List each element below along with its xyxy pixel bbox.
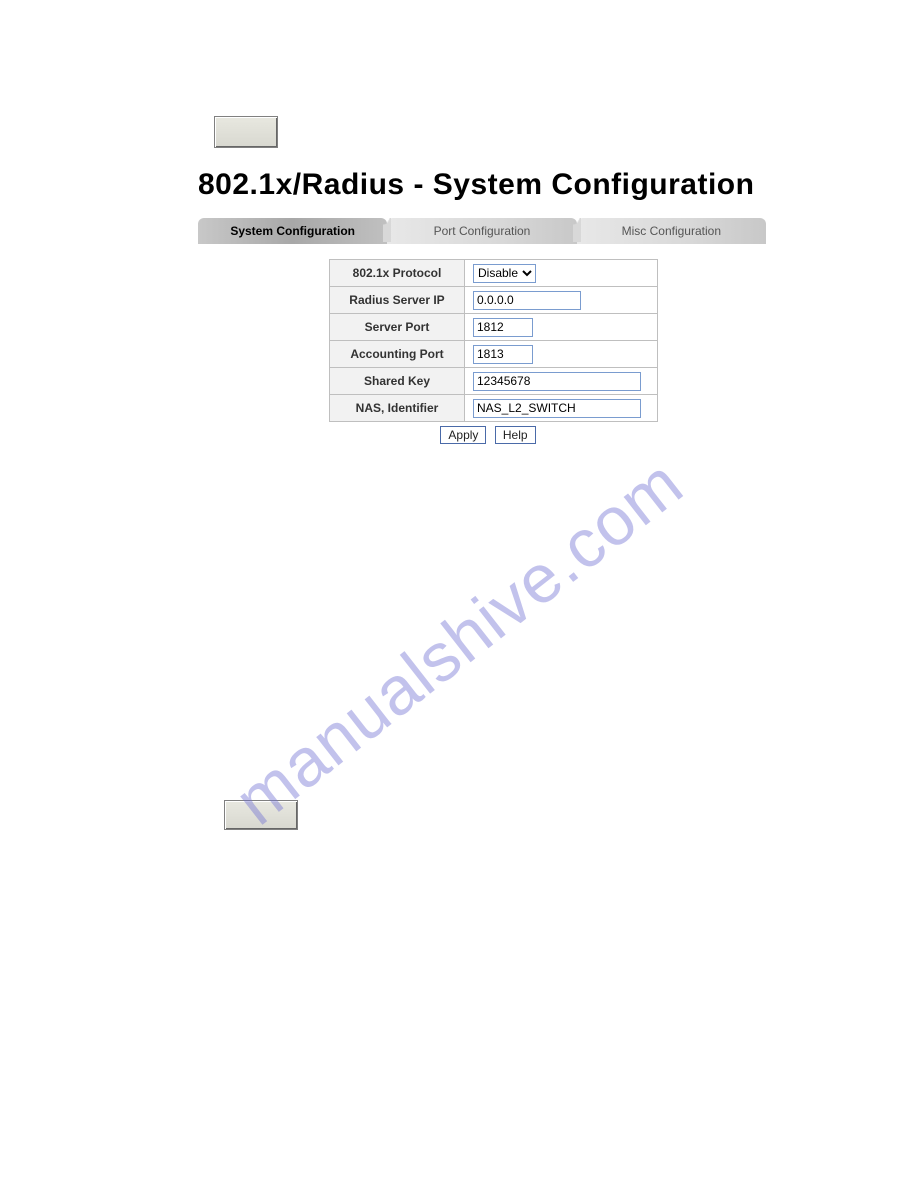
input-nas-identifier[interactable] — [473, 399, 641, 418]
page-title: 802.1x/Radius - System Configuration — [198, 168, 754, 202]
input-server-port[interactable] — [473, 318, 533, 337]
input-radius-ip[interactable] — [473, 291, 581, 310]
tab-bar: System Configuration Port Configuration … — [198, 218, 766, 244]
config-table: 802.1x Protocol Disable Radius Server IP… — [329, 259, 658, 422]
label-nas-identifier: NAS, Identifier — [330, 395, 465, 422]
apply-button[interactable]: Apply — [440, 426, 486, 444]
button-row: Apply Help — [329, 426, 647, 444]
row-radius-ip: Radius Server IP — [330, 287, 658, 314]
tab-system-configuration[interactable]: System Configuration — [198, 218, 387, 244]
label-shared-key: Shared Key — [330, 368, 465, 395]
row-protocol: 802.1x Protocol Disable — [330, 260, 658, 287]
select-protocol[interactable]: Disable — [473, 264, 536, 283]
label-accounting-port: Accounting Port — [330, 341, 465, 368]
row-shared-key: Shared Key — [330, 368, 658, 395]
input-accounting-port[interactable] — [473, 345, 533, 364]
row-nas-identifier: NAS, Identifier — [330, 395, 658, 422]
row-accounting-port: Accounting Port — [330, 341, 658, 368]
help-button[interactable]: Help — [495, 426, 536, 444]
input-shared-key[interactable] — [473, 372, 641, 391]
label-radius-ip: Radius Server IP — [330, 287, 465, 314]
watermark-text: manualshive.com — [221, 443, 698, 839]
label-protocol: 802.1x Protocol — [330, 260, 465, 287]
top-blank-button[interactable] — [214, 116, 278, 148]
label-server-port: Server Port — [330, 314, 465, 341]
tab-misc-configuration[interactable]: Misc Configuration — [577, 218, 766, 244]
tab-port-configuration[interactable]: Port Configuration — [387, 218, 576, 244]
row-server-port: Server Port — [330, 314, 658, 341]
mid-blank-button[interactable] — [224, 800, 298, 830]
